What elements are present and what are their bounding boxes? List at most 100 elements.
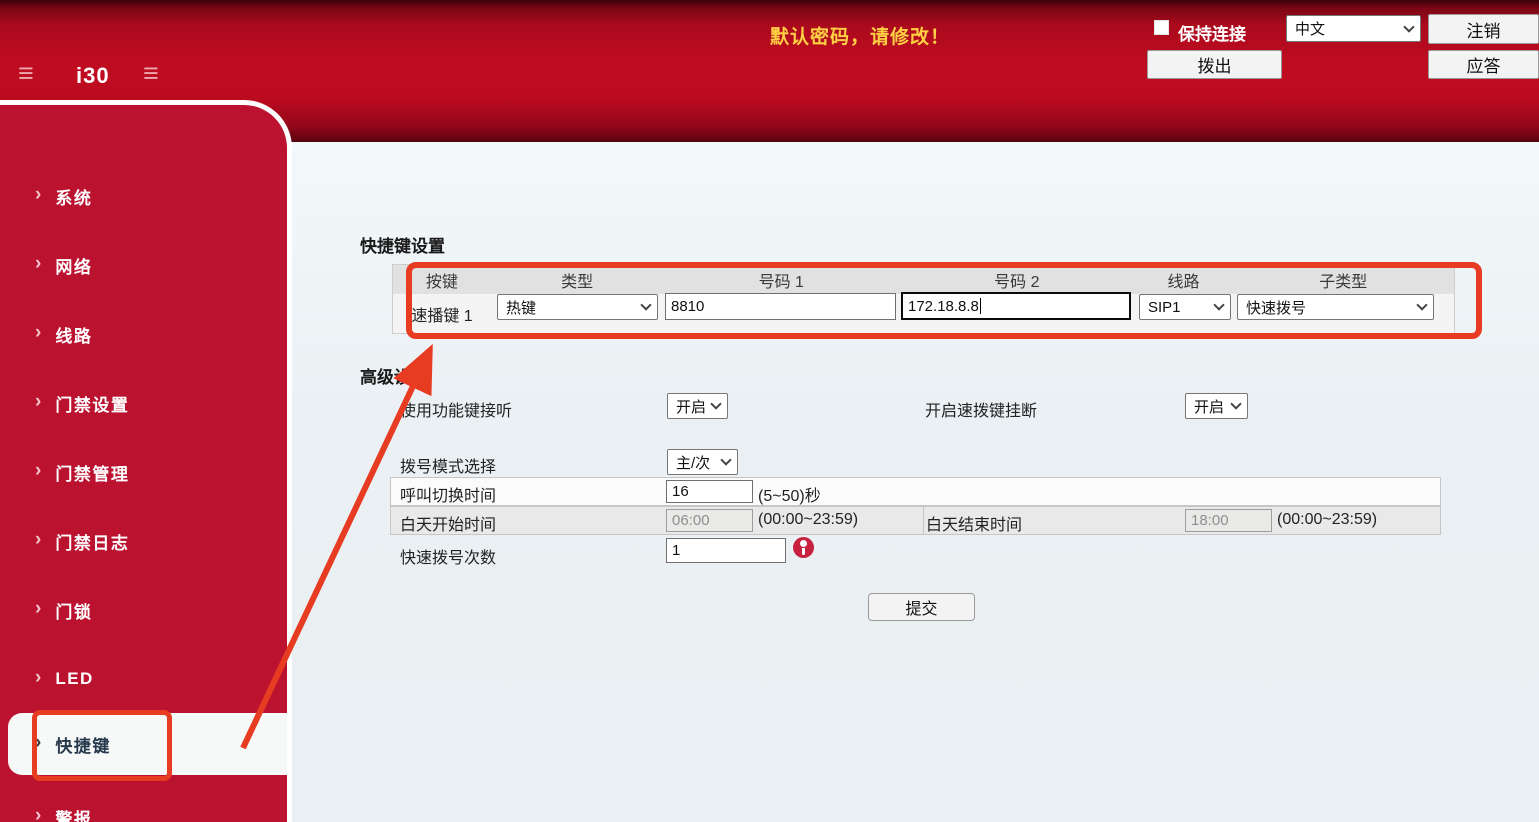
chevron-right-icon: › [35,322,41,344]
day-end-time-input [1185,509,1272,532]
dial-out-button-label: 拨出 [1198,52,1232,77]
sidebar-item-shortcut-key[interactable]: › 快捷键 [8,713,287,775]
help-warning-icon[interactable] [793,537,814,558]
sidebar-item-label: 门锁 [55,598,92,623]
call-switch-time-label: 呼叫切换时间 [400,482,496,506]
submit-button-label: 提交 [905,595,937,619]
chevron-down-icon [1213,299,1224,310]
chevron-right-icon: › [35,529,41,551]
key-type-select[interactable]: 热键 [497,294,658,320]
day-start-time-hint: (00:00~23:59) [758,511,858,529]
dial-mode-select-value: 主/次 [676,452,710,473]
number2-input[interactable]: 172.18.8.8 [901,292,1131,320]
sidebar-item-label: 线路 [55,322,92,347]
number1-input[interactable] [665,293,896,320]
chevron-right-icon: › [35,598,41,620]
chevron-down-icon [720,454,731,465]
menu-lines-right-icon: ≡ [143,60,159,87]
chevron-down-icon [710,398,721,409]
sidebar-item-label: 系统 [55,184,92,209]
chevron-right-icon: › [35,732,41,754]
chevron-right-icon: › [35,460,41,482]
sidebar-item-door-lock[interactable]: › 门锁 [0,595,287,625]
call-switch-time-row [390,477,1441,506]
day-end-time-hint: (00:00~23:59) [1277,511,1377,529]
col-header-subtype: 子类型 [1232,265,1454,294]
sidebar-item-line[interactable]: › 线路 [0,319,287,349]
chevron-right-icon: › [35,391,41,413]
day-end-time-label: 白天结束时间 [926,511,1022,535]
answer-button-label: 应答 [1467,52,1501,77]
subtype-select[interactable]: 快速拨号 [1237,294,1434,320]
day-start-time-input [666,509,753,532]
logout-button-label: 注销 [1467,17,1501,42]
sidebar-item-label: 门禁日志 [55,529,129,554]
row-divider [923,507,924,534]
dial-mode-label: 拨号模式选择 [400,453,496,477]
col-header-type: 类型 [491,265,664,294]
chevron-down-icon [1403,21,1414,32]
chevron-right-icon: › [35,184,41,206]
language-select-value: 中文 [1295,18,1325,39]
help-icon-stem [802,548,805,555]
number2-input-value: 172.18.8.8 [908,298,979,315]
sidebar-item-label: 门禁设置 [55,391,129,416]
speed-key-name: 速播键 1 [393,294,491,333]
line-select-value: SIP1 [1148,299,1181,316]
shortcut-section-title: 快捷键设置 [360,232,445,257]
speed-dial-hangup-label: 开启速拨键挂断 [925,397,1037,421]
chevron-down-icon [1230,398,1241,409]
speed-dial-hangup-select-value: 开启 [1194,396,1224,417]
submit-button[interactable]: 提交 [868,593,975,621]
day-start-time-label: 白天开始时间 [400,511,496,535]
speed-dial-times-label: 快速拨号次数 [400,544,496,568]
sidebar-item-alarm[interactable]: › 警报 [0,802,287,822]
page: ≡ i30 ≡ 默认密码，请修改！ 保持连接 中文 注销 拨出 应答 › 系统 … [0,0,1539,822]
call-switch-time-input[interactable] [666,480,753,503]
chevron-right-icon: › [35,667,41,689]
sidebar-item-network[interactable]: › 网络 [0,250,287,280]
sidebar-item-label: 网络 [55,253,92,278]
sidebar: › 系统 › 网络 › 线路 › 门禁设置 › 门禁管理 › 门禁日志 › 门锁… [0,100,292,822]
keep-connection-label: 保持连接 [1178,20,1246,45]
help-icon-dot [800,540,807,547]
shortcut-table-header-row: 按键 类型 号码 1 号码 2 线路 子类型 [393,265,1454,294]
sidebar-item-label: 快捷键 [55,732,111,757]
language-select[interactable]: 中文 [1286,15,1421,42]
sidebar-item-led[interactable]: › LED [0,664,287,694]
speed-dial-times-input[interactable] [666,538,786,563]
col-header-key: 按键 [393,265,491,294]
col-header-number1: 号码 1 [663,265,899,294]
sidebar-item-label: LED [55,669,94,689]
keep-connection-checkbox[interactable] [1154,20,1169,35]
call-switch-time-hint: (5~50)秒 [758,482,821,506]
col-header-line: 线路 [1135,265,1233,294]
key-type-select-value: 热键 [506,297,536,318]
sidebar-item-access-management[interactable]: › 门禁管理 [0,457,287,487]
device-model-label: i30 [76,63,110,89]
sidebar-item-label: 门禁管理 [55,460,129,485]
logout-button[interactable]: 注销 [1428,14,1539,44]
fn-key-answer-select-value: 开启 [676,396,706,417]
menu-lines-left-icon: ≡ [18,60,34,87]
text-cursor [980,298,981,314]
sidebar-item-access-log[interactable]: › 门禁日志 [0,526,287,556]
sidebar-item-label: 警报 [55,805,92,822]
answer-button[interactable]: 应答 [1428,50,1539,79]
chevron-right-icon: › [35,253,41,275]
sidebar-item-system[interactable]: › 系统 [0,181,287,211]
sidebar-item-access-settings[interactable]: › 门禁设置 [0,388,287,418]
default-password-warning: 默认密码，请修改！ [770,22,950,49]
subtype-select-value: 快速拨号 [1246,297,1306,318]
line-select[interactable]: SIP1 [1139,294,1231,320]
chevron-down-icon [640,299,651,310]
chevron-right-icon: › [35,805,41,822]
fn-key-answer-label: 使用功能键接听 [400,397,512,421]
advanced-section-title: 高级设置 [360,363,428,388]
speed-dial-hangup-select[interactable]: 开启 [1185,393,1248,419]
dial-mode-select[interactable]: 主/次 [667,449,738,475]
dial-out-button[interactable]: 拨出 [1147,50,1282,79]
col-header-number2: 号码 2 [899,265,1135,294]
fn-key-answer-select[interactable]: 开启 [667,393,728,419]
chevron-down-icon [1416,299,1427,310]
